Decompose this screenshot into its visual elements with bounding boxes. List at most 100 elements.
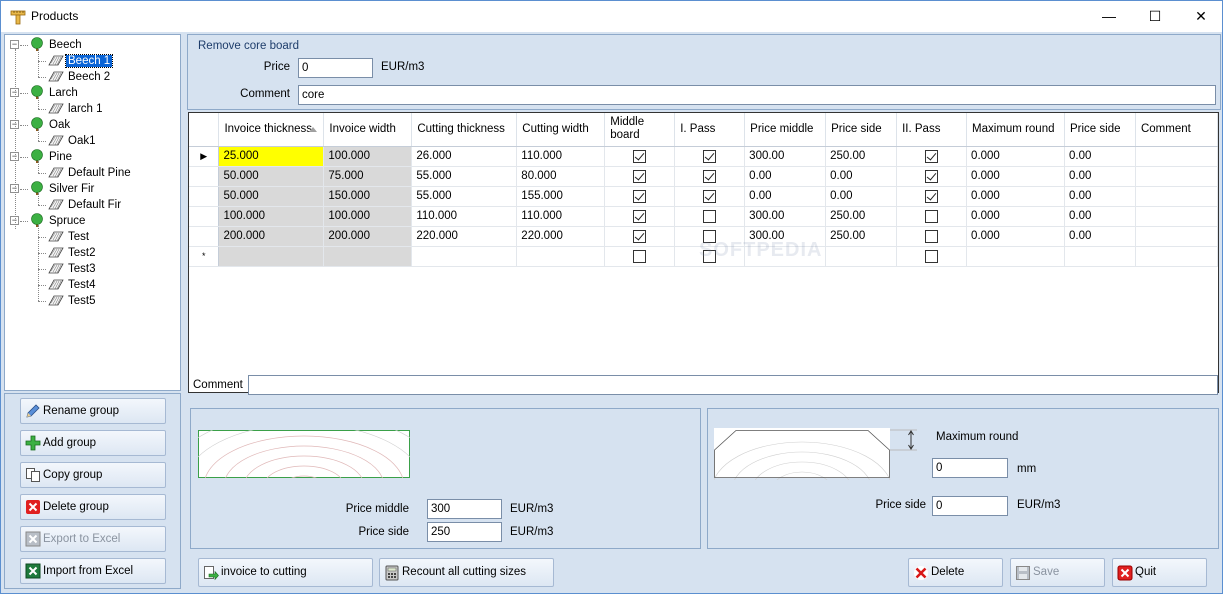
grid-cell[interactable] xyxy=(674,206,746,227)
grid-cell[interactable]: 75.000 xyxy=(323,166,413,187)
row-header[interactable] xyxy=(189,186,220,207)
export-to-excel-button[interactable]: Export to Excel xyxy=(20,526,166,552)
grid-cell[interactable] xyxy=(1135,226,1218,247)
tree-item[interactable]: Default Pine xyxy=(48,165,133,181)
import-from-excel-button[interactable]: Import from Excel xyxy=(20,558,166,584)
grid-cell[interactable] xyxy=(896,246,968,267)
price-side-input[interactable]: 250 xyxy=(427,522,502,542)
maximum-round-input[interactable]: 0 xyxy=(932,458,1008,478)
grid-cell[interactable] xyxy=(604,146,676,167)
checkbox[interactable] xyxy=(633,149,647,163)
quit-button[interactable]: Quit xyxy=(1112,558,1207,587)
tree-item[interactable]: Default Fir xyxy=(48,197,123,213)
column-header[interactable]: Cutting width xyxy=(516,113,606,147)
grid-cell[interactable]: 55.000 xyxy=(411,186,518,207)
tree-item[interactable]: Test xyxy=(48,229,91,245)
grid-cell[interactable] xyxy=(1135,186,1218,207)
grid-cell[interactable] xyxy=(896,166,968,187)
tree-item[interactable]: larch 1 xyxy=(48,101,105,117)
grid-cell[interactable]: 0.000 xyxy=(966,226,1065,247)
invoice-to-cutting-button[interactable]: invoice to cutting xyxy=(198,558,373,587)
grid-cell[interactable] xyxy=(516,246,606,267)
tree-collapse-toggle[interactable]: − xyxy=(10,40,19,49)
grid-cell[interactable]: 100.000 xyxy=(323,146,413,167)
grid-cell[interactable]: 150.000 xyxy=(323,186,413,207)
grid-cell[interactable]: 100.000 xyxy=(323,206,413,227)
close-button[interactable]: ✕ xyxy=(1178,1,1223,32)
grid-cell[interactable]: 0.000 xyxy=(966,166,1065,187)
minimize-button[interactable]: — xyxy=(1086,1,1132,32)
column-header[interactable]: Middle board xyxy=(604,113,676,147)
grid-cell[interactable] xyxy=(323,246,413,267)
right-price-side-input[interactable]: 0 xyxy=(932,496,1008,516)
grid-cell[interactable]: 250.00 xyxy=(825,226,898,247)
grid-cell[interactable]: 155.000 xyxy=(516,186,606,207)
checkbox[interactable] xyxy=(925,229,939,243)
checkbox[interactable] xyxy=(703,189,717,203)
grid-cell[interactable] xyxy=(1135,166,1218,187)
checkbox[interactable] xyxy=(633,229,647,243)
tree-item[interactable]: Test5 xyxy=(48,293,98,309)
column-header[interactable]: Comment xyxy=(1135,113,1218,147)
tree-item[interactable]: Test3 xyxy=(48,261,98,277)
product-tree[interactable]: Beech − Beech 1 Beech 2 Larch − larch 1 Oak − Oak… xyxy=(4,34,181,391)
add-group-button[interactable]: Add group xyxy=(20,430,166,456)
row-header[interactable] xyxy=(189,206,220,227)
tree-item[interactable]: Test4 xyxy=(48,277,98,293)
grid-cell[interactable]: 80.000 xyxy=(516,166,606,187)
row-header[interactable] xyxy=(189,166,220,187)
column-header[interactable]: II. Pass xyxy=(896,113,968,147)
grid-cell[interactable] xyxy=(1135,246,1218,267)
grid-cell[interactable]: 25.000 xyxy=(218,146,325,167)
delete-button[interactable]: Delete xyxy=(908,558,1003,587)
tree-group-larch[interactable]: Larch xyxy=(29,85,80,101)
grid-cell[interactable]: 50.000 xyxy=(218,186,325,207)
grid-cell[interactable] xyxy=(1064,246,1136,267)
row-header[interactable] xyxy=(189,226,220,247)
grid-cell[interactable] xyxy=(604,166,676,187)
grid-cell[interactable] xyxy=(604,206,676,227)
grid-cell[interactable]: 55.000 xyxy=(411,166,518,187)
tree-item[interactable]: Test2 xyxy=(48,245,98,261)
grid-cell[interactable]: 0.000 xyxy=(966,206,1065,227)
tree-group-oak[interactable]: Oak xyxy=(29,117,72,133)
grid-cell[interactable] xyxy=(896,226,968,247)
tree-item[interactable]: Oak1 xyxy=(48,133,98,149)
tree-item[interactable]: Beech 1 xyxy=(48,53,114,69)
price-middle-input[interactable]: 300 xyxy=(427,499,502,519)
column-header[interactable]: Invoice thickness xyxy=(218,113,325,147)
column-header[interactable]: Price side xyxy=(1064,113,1136,147)
column-header[interactable]: Price middle xyxy=(744,113,827,147)
column-header[interactable]: I. Pass xyxy=(674,113,746,147)
checkbox[interactable] xyxy=(925,249,939,263)
grid-cell[interactable]: 220.000 xyxy=(516,226,606,247)
grid-cell[interactable]: 0.00 xyxy=(1064,206,1136,227)
recount-cutting-sizes-button[interactable]: Recount all cutting sizes xyxy=(379,558,554,587)
checkbox[interactable] xyxy=(633,249,647,263)
grid-cell[interactable] xyxy=(604,246,676,267)
checkbox[interactable] xyxy=(925,149,939,163)
grid-cell[interactable]: 250.00 xyxy=(825,206,898,227)
grid-cell[interactable] xyxy=(896,206,968,227)
checkbox[interactable] xyxy=(633,189,647,203)
delete-group-button[interactable]: Delete group xyxy=(20,494,166,520)
grid-cell[interactable] xyxy=(825,246,898,267)
grid-cell[interactable]: 0.000 xyxy=(966,146,1065,167)
grid-cell[interactable]: 250.00 xyxy=(825,146,898,167)
grid-cell[interactable]: 110.000 xyxy=(516,146,606,167)
grid-cell[interactable] xyxy=(1135,206,1218,227)
tree-group-silver-fir[interactable]: Silver Fir xyxy=(29,181,96,197)
grid-comment-input[interactable] xyxy=(248,375,1218,395)
grid-cell[interactable] xyxy=(604,186,676,207)
column-header[interactable]: Cutting thickness xyxy=(411,113,518,147)
grid-cell[interactable]: 100.000 xyxy=(218,206,325,227)
checkbox[interactable] xyxy=(703,169,717,183)
table-row[interactable]: ▶ 25.000 100.000 26.000 110.000 300.00 250.00 0… xyxy=(189,146,1218,167)
table-row[interactable]: 50.000 75.000 55.000 80.000 0.00 0.00 0.000 0.0… xyxy=(189,166,1218,187)
column-header[interactable]: Invoice width xyxy=(323,113,413,147)
grid-cell[interactable] xyxy=(674,186,746,207)
grid-cell[interactable]: 0.00 xyxy=(1064,146,1136,167)
price-input[interactable]: 0 xyxy=(298,58,373,78)
grid-cell[interactable]: 200.000 xyxy=(218,226,325,247)
checkbox[interactable] xyxy=(633,169,647,183)
